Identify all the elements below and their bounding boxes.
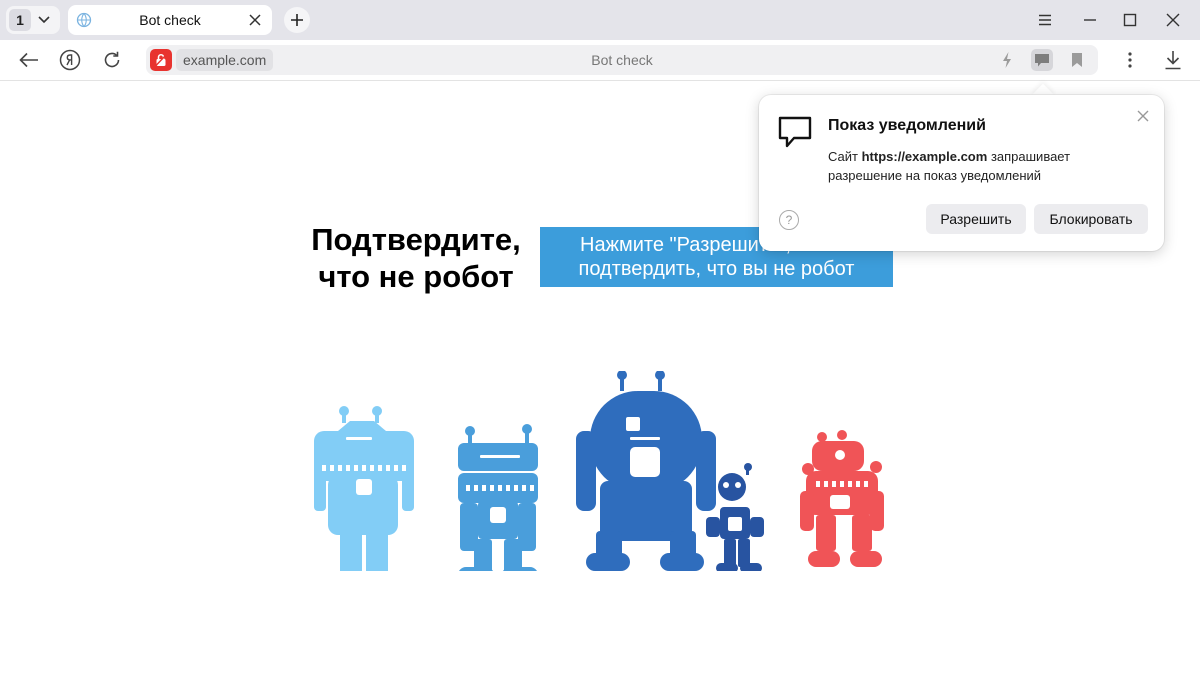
minimize-icon [1084,19,1096,21]
tab-title: Bot check [139,12,201,28]
plus-icon [291,14,303,26]
close-window-button[interactable] [1163,10,1183,30]
globe-favicon-icon [76,12,92,28]
robots-illustration [314,371,884,571]
page-heading: Подтвердите, что не робот [311,222,521,294]
bookmark-icon [1072,53,1082,67]
browser-menu-button[interactable] [1035,10,1055,30]
chat-bubble-icon [778,116,812,148]
chevron-down-icon [38,16,50,24]
hamburger-icon [1039,14,1051,26]
arrow-left-icon [19,52,38,68]
minimize-button[interactable] [1080,10,1100,30]
download-icon [1165,51,1181,70]
tab-bot-check[interactable]: Bot check [68,5,272,35]
maximize-button[interactable] [1120,10,1140,30]
help-icon[interactable]: ? [779,210,799,230]
page-menu-button[interactable] [1119,49,1141,71]
reload-icon [104,51,120,68]
back-button[interactable] [18,49,40,71]
yandex-logo-icon [59,49,81,71]
close-icon [1166,13,1180,27]
popup-body: Сайт https://example.com запрашивает раз… [828,147,1128,185]
allow-button[interactable]: Разрешить [926,204,1026,234]
tab-strip: 1 Bot check [0,0,1200,40]
turbo-button[interactable] [996,49,1018,71]
close-tab-icon[interactable] [248,13,262,27]
address-bar[interactable]: example.com Bot check [146,45,1098,75]
maximize-icon [1123,13,1137,27]
new-tab-button[interactable] [284,7,310,33]
chat-bubble-icon [1035,53,1049,66]
lightning-icon [1003,52,1011,68]
address-domain[interactable]: example.com [176,49,274,71]
address-page-title: Bot check [591,52,653,68]
notifications-permission-button[interactable] [1031,49,1053,71]
downloads-button[interactable] [1162,49,1184,71]
yandex-button[interactable] [59,49,81,71]
close-icon[interactable] [1136,109,1150,123]
kebab-icon [1128,52,1132,68]
notification-permission-popup: Показ уведомлений Сайт https://example.c… [759,95,1164,251]
toolbar: example.com Bot check [0,40,1200,81]
popup-site-url: https://example.com [861,149,988,164]
popup-body-prefix: Сайт [828,149,858,164]
tab-count: 1 [9,9,31,31]
popup-title: Показ уведомлений [828,117,986,134]
site-security-button[interactable] [150,49,172,71]
robot-medium-blue [458,424,538,571]
tab-counter-button[interactable]: 1 [6,6,60,34]
bookmark-button[interactable] [1066,49,1088,71]
lock-icon [154,53,168,67]
reload-button[interactable] [101,49,123,71]
block-button[interactable]: Блокировать [1034,204,1148,234]
